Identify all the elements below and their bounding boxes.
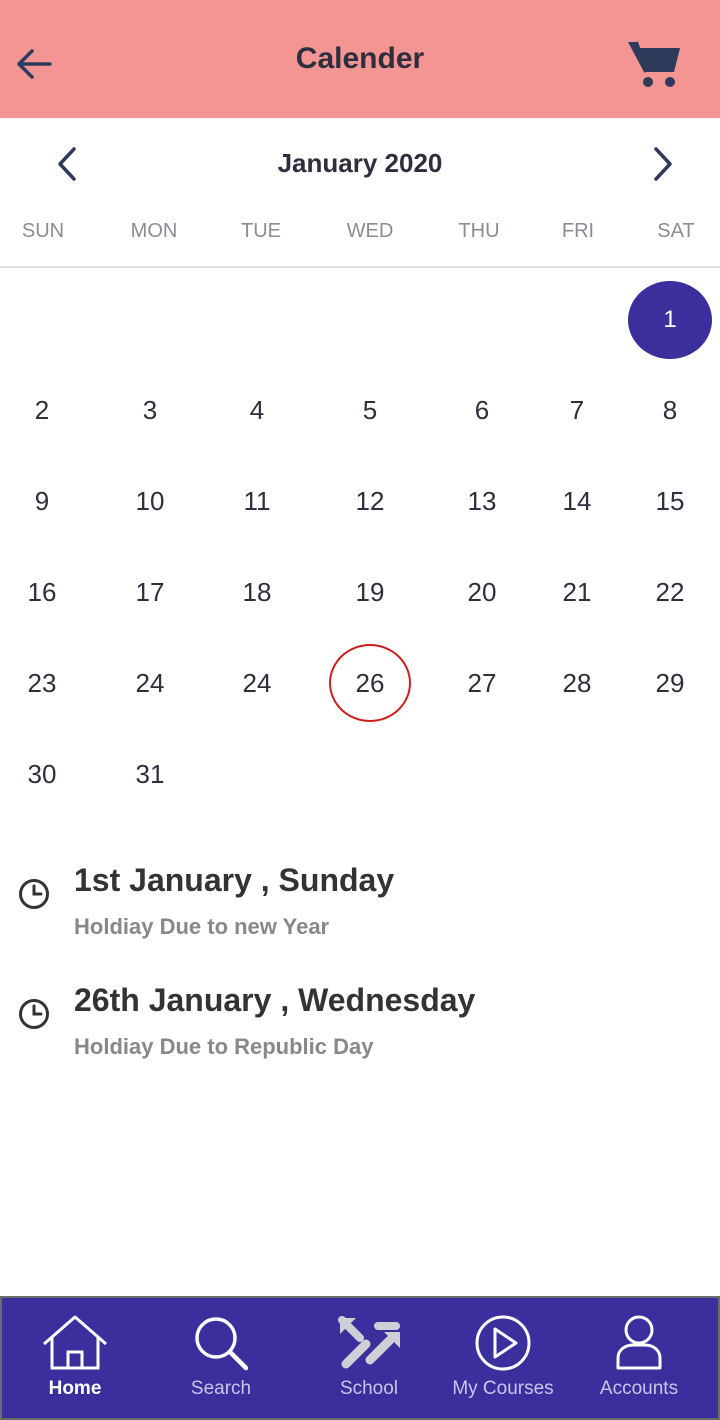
calendar-day[interactable]: 8 [630, 370, 710, 450]
calendar-day[interactable]: 22 [630, 552, 710, 632]
calendar-day[interactable]: 5 [330, 370, 410, 450]
calendar-day[interactable]: 18 [217, 552, 297, 632]
clock-icon [19, 879, 49, 909]
calendar-day[interactable]: 26 [329, 644, 411, 722]
weekday-label: FRI [561, 220, 595, 242]
weekday-label: SAT [657, 220, 695, 242]
nav-label: Home [48, 1378, 102, 1399]
calendar-day[interactable]: 30 [2, 734, 82, 814]
play-icon [475, 1315, 531, 1371]
school-icon [338, 1316, 400, 1369]
calendar-day[interactable]: 17 [110, 552, 190, 632]
month-label: January 2020 [277, 148, 443, 178]
top-bar: Calender [0, 0, 720, 118]
calendar-day[interactable]: 31 [110, 734, 190, 814]
event-title: 26th January , Wednesday [74, 982, 476, 1018]
calendar-day[interactable]: 13 [442, 461, 522, 541]
weekday-label: TUE [241, 220, 281, 242]
nav-item-home[interactable]: Home [12, 1298, 138, 1418]
calendar-day[interactable]: 3 [110, 370, 190, 450]
user-icon [616, 1315, 662, 1370]
nav-label: My Courses [452, 1378, 554, 1399]
event-subtitle: Holdiay Due to new Year [74, 914, 330, 939]
weekday-label: MON [130, 220, 178, 242]
nav-label: School [339, 1378, 399, 1399]
bottom-navigation: Home Search School My Courses Accounts [0, 1296, 720, 1420]
calendar-grid: 1 2 3 4 5 6 7 8 9 10 11 12 13 14 15 16 17 18 19 20 21 22 23 24 2… [0, 268, 720, 808]
calendar-day[interactable]: 10 [110, 461, 190, 541]
month-navigation: January 2020 [0, 118, 720, 208]
calendar-day[interactable]: 6 [442, 370, 522, 450]
calendar-day[interactable]: 27 [442, 643, 522, 723]
nav-label: Accounts [599, 1378, 679, 1399]
nav-label: Search [190, 1378, 252, 1399]
event-item: 26th January , Wednesday Holdiay Due to … [0, 978, 720, 1078]
calendar-day[interactable]: 1 [628, 281, 712, 359]
search-icon [195, 1317, 249, 1371]
calendar-day[interactable]: 12 [330, 461, 410, 541]
next-month-button[interactable] [648, 144, 678, 184]
event-subtitle: Holdiay Due to Republic Day [74, 1034, 374, 1059]
calendar-day[interactable]: 28 [537, 643, 617, 723]
calendar-day[interactable]: 14 [537, 461, 617, 541]
calendar-day[interactable]: 20 [442, 552, 522, 632]
calendar-day[interactable]: 29 [630, 643, 710, 723]
nav-item-search[interactable]: Search [158, 1298, 284, 1418]
nav-item-accounts[interactable]: Accounts [576, 1298, 702, 1418]
calendar-day[interactable]: 4 [217, 370, 297, 450]
calendar-day[interactable]: 19 [330, 552, 410, 632]
calendar-day[interactable]: 11 [217, 461, 297, 541]
weekday-label: SUN [21, 220, 65, 242]
weekday-label: WED [346, 220, 394, 242]
nav-item-school[interactable]: School [306, 1298, 432, 1418]
calendar-day[interactable]: 15 [630, 461, 710, 541]
calendar-day[interactable]: 21 [537, 552, 617, 632]
cart-icon [628, 41, 680, 87]
clock-icon [19, 999, 49, 1029]
calendar-day[interactable]: 2 [2, 370, 82, 450]
page-title: Calender [295, 42, 425, 75]
home-icon [43, 1315, 107, 1370]
weekday-label: THU [458, 220, 500, 242]
weekday-header: SUN MON TUE WED THU FRI SAT [0, 220, 720, 250]
chevron-right-icon [654, 147, 672, 181]
event-title: 1st January , Sunday [74, 862, 395, 898]
event-item: 1st January , Sunday Holdiay Due to new … [0, 858, 720, 958]
calendar-day[interactable]: 7 [537, 370, 617, 450]
cart-button[interactable] [624, 38, 684, 90]
nav-item-my-courses[interactable]: My Courses [440, 1298, 566, 1418]
calendar-day[interactable]: 16 [2, 552, 82, 632]
calendar-day[interactable]: 24 [217, 643, 297, 723]
calendar-day[interactable]: 23 [2, 643, 82, 723]
calendar-day[interactable]: 9 [2, 461, 82, 541]
calendar-day[interactable]: 24 [110, 643, 190, 723]
